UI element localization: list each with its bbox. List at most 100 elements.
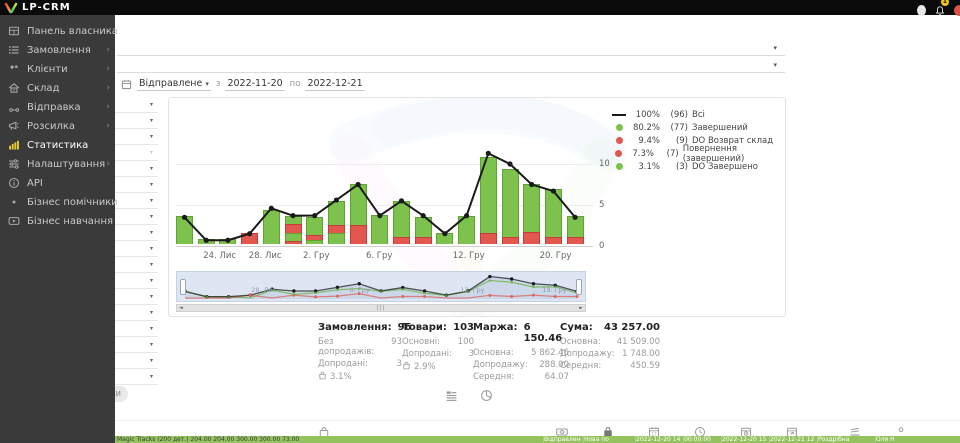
order-cell: 2022-12-20 15:00:00 xyxy=(721,436,767,443)
scroll-left-arrow-icon[interactable]: ◄ xyxy=(179,305,183,312)
filter-select-10[interactable]: ▾ xyxy=(115,241,158,257)
api-icon xyxy=(8,174,20,193)
filter-select-3[interactable]: ▾ xyxy=(115,129,158,145)
scroll-right-arrow-icon[interactable]: ► xyxy=(579,305,583,312)
sidebar-item-4[interactable]: Склад› xyxy=(0,79,115,98)
brand-logo[interactable]: LP-CRM xyxy=(4,0,71,15)
chevron-down-icon: ▾ xyxy=(150,293,153,300)
chart-range-minimap[interactable]: 28. Лис6. Гру13. Гру19. Гру xyxy=(176,271,586,302)
chart-card: 0510 100%(96)Всі80.2%(77)Завершений9.4%(… xyxy=(168,97,786,317)
segment-return xyxy=(328,225,345,233)
chart-scrollbar[interactable]: ◄ ||| ► xyxy=(176,304,586,312)
user-avatar-icon[interactable] xyxy=(917,5,926,16)
stat-sub-label: Середня: xyxy=(560,361,601,371)
bar-day-17[interactable] xyxy=(523,184,540,244)
bar-day-18[interactable] xyxy=(545,189,562,244)
orders-icon xyxy=(8,44,20,56)
bar-day-15[interactable] xyxy=(480,157,497,244)
x-axis-label: 24. Лис xyxy=(203,251,236,261)
legend-item-1[interactable]: 100%(96)Всі xyxy=(612,108,785,121)
sidebar-item-1[interactable]: Панель власника xyxy=(0,22,115,41)
filter-select-12[interactable]: ▾ xyxy=(115,273,158,289)
legend-count: (96) xyxy=(664,110,688,120)
chevron-right-icon: › xyxy=(106,65,110,74)
bell-icon xyxy=(935,5,945,16)
bar-day-7[interactable] xyxy=(306,217,323,244)
filter-select-4[interactable]: ▾ xyxy=(115,145,158,161)
legend-percent: 7.3% xyxy=(628,149,654,159)
filter-select-18[interactable]: ▾ xyxy=(115,369,158,385)
bar-day-3[interactable] xyxy=(219,239,236,244)
notifications-button[interactable]: 1 xyxy=(935,1,945,20)
sidebar-item-3[interactable]: Клієнти› xyxy=(0,60,115,79)
bar-day-5[interactable] xyxy=(263,210,280,244)
sidebar-item-7[interactable]: Статистика xyxy=(0,136,115,155)
segment-completed xyxy=(328,233,345,244)
bar-day-4[interactable] xyxy=(241,233,258,244)
sidebar-item-2[interactable]: Замовлення› xyxy=(0,41,115,60)
sidebar-item-label: Розсилка xyxy=(27,121,75,132)
bar-day-11[interactable] xyxy=(393,201,410,244)
legend-item-2[interactable]: 80.2%(77)Завершений xyxy=(612,121,785,134)
filter-select-8[interactable]: ▾ xyxy=(115,209,158,225)
filter-select-5[interactable]: ▾ xyxy=(115,161,158,177)
filter-select-2[interactable]: ▾ xyxy=(115,113,158,129)
stat-title-row: Сума:43 257.00 xyxy=(560,322,660,333)
filter-select-9[interactable]: ▾ xyxy=(115,225,158,241)
filter-select-17[interactable]: ▾ xyxy=(115,353,158,369)
date-type-select[interactable]: Відправлене ▾ xyxy=(137,78,211,91)
stat-title-row: Товари:103 xyxy=(402,322,474,333)
list-chart-view-button[interactable] xyxy=(445,387,458,406)
sidebar-item-8[interactable]: Налаштування› xyxy=(0,155,115,174)
total-line-series xyxy=(169,98,609,258)
gridline-10 xyxy=(176,164,593,165)
filter-select-14[interactable]: ▾ xyxy=(115,305,158,321)
minimap-right-handle[interactable] xyxy=(576,279,582,295)
filter-select-11[interactable]: ▾ xyxy=(115,257,158,273)
sidebar-item-9[interactable]: API xyxy=(0,174,115,193)
bar-day-13[interactable] xyxy=(436,233,453,244)
filter-select-7[interactable]: ▾ xyxy=(115,193,158,209)
legend-item-4[interactable]: 7.3%(7)Повернення (завершений) xyxy=(612,147,785,160)
date-to-input[interactable]: 2022-12-21 xyxy=(305,78,364,91)
chevron-down-icon: ▾ xyxy=(150,309,153,316)
bar-day-2[interactable] xyxy=(198,239,215,244)
bar-day-8[interactable] xyxy=(328,201,345,244)
filter-select-13[interactable]: ▾ xyxy=(115,289,158,305)
stat-sub-row: Допродані:3 xyxy=(318,359,402,369)
bar-day-16[interactable] xyxy=(502,169,519,244)
bar-day-10[interactable] xyxy=(371,215,388,244)
bar-day-1[interactable] xyxy=(176,216,193,244)
segment-completed xyxy=(436,233,453,244)
date-from-input[interactable]: 2022-11-20 xyxy=(225,78,284,91)
stat-sub-row: Основні:100 xyxy=(402,337,474,347)
bar-day-14[interactable] xyxy=(458,216,475,244)
filter-select-16[interactable]: ▾ xyxy=(115,337,158,353)
filter-select-6[interactable]: ▾ xyxy=(115,177,158,193)
bar-day-19[interactable] xyxy=(567,216,584,244)
stat-value: 103 xyxy=(453,322,474,333)
order-table-row[interactable]: Magic Tracks (200 дет.) 204.00 204.00 30… xyxy=(115,436,960,443)
sidebar-item-10[interactable]: Бізнес помічники xyxy=(0,193,115,212)
bar-day-9[interactable] xyxy=(350,184,367,244)
pie-chart-view-button[interactable] xyxy=(480,387,493,406)
sidebar-item-6[interactable]: Розсилка› xyxy=(0,117,115,136)
scrollbar-grip[interactable]: ||| xyxy=(377,305,386,312)
lp-crm-statistics-page: LP-CRM 1 Панель власникаЗамовлення›Клієн… xyxy=(0,0,960,443)
segment-completed xyxy=(415,217,432,238)
filter-select-top-2[interactable]: ▾ xyxy=(117,58,785,73)
sidebar-item-5[interactable]: Відправка› xyxy=(0,98,115,117)
bar-day-12[interactable] xyxy=(415,217,432,244)
stat-sub-label: Допродажу: xyxy=(473,360,528,370)
filter-select-15[interactable]: ▾ xyxy=(115,321,158,337)
alert-icon[interactable] xyxy=(954,5,960,16)
filter-select-top-1[interactable]: ▾ xyxy=(117,41,785,56)
statistics-icon xyxy=(8,139,20,151)
minimap-left-handle[interactable] xyxy=(180,279,186,295)
filter-select-1[interactable]: ▾ xyxy=(115,97,158,113)
segment-return xyxy=(415,237,432,244)
to-label: по xyxy=(290,79,301,89)
bar-day-6[interactable] xyxy=(285,216,302,244)
sidebar-item-11[interactable]: Бізнес навчання xyxy=(0,212,115,231)
minimap-axis-label: 19. Гру xyxy=(542,286,566,294)
